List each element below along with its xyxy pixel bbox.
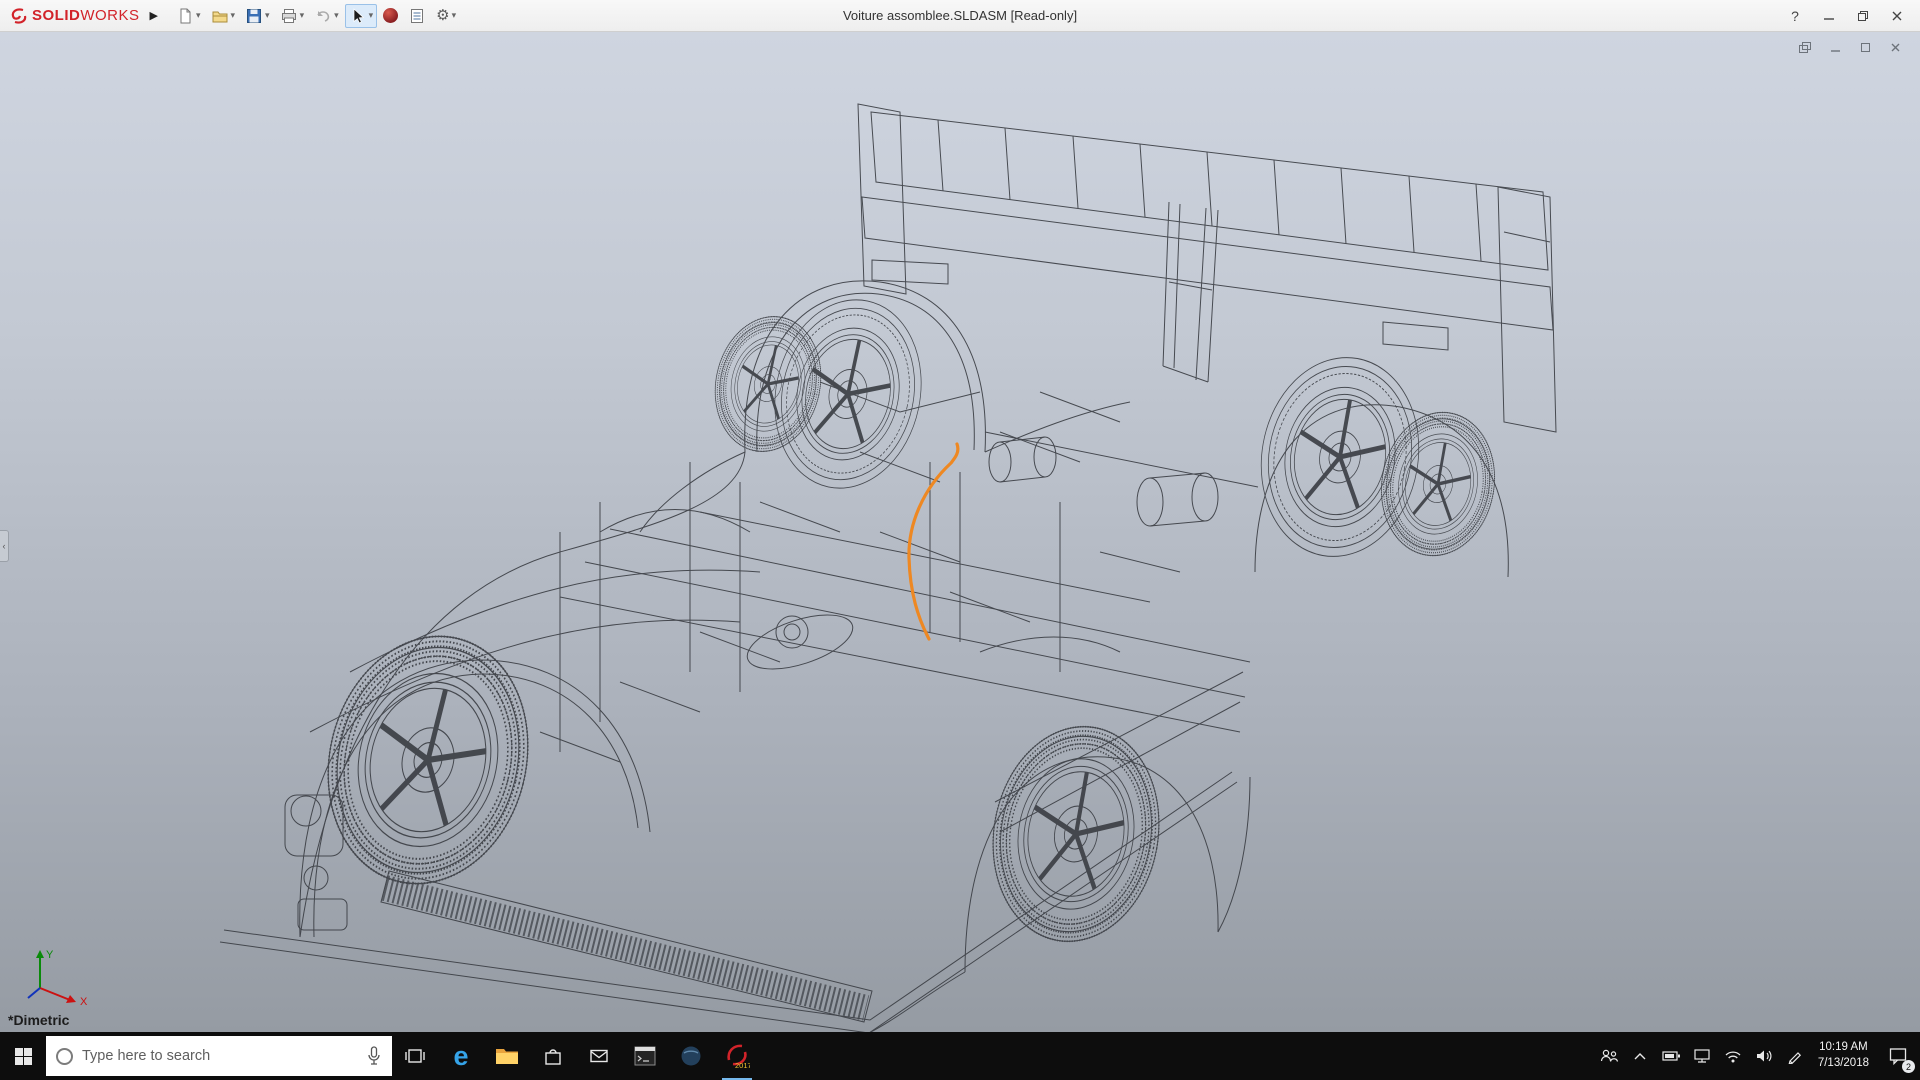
clock-date: 7/13/2018 (1818, 1056, 1869, 1072)
titlebar: SOLIDWORKS ▶ ▾ ▾ (0, 0, 1920, 32)
select-tool-button[interactable]: ▾ (345, 4, 378, 28)
view-orientation-label: *Dimetric (8, 1012, 69, 1028)
sphere-app-button[interactable] (668, 1032, 714, 1080)
store-button[interactable] (530, 1032, 576, 1080)
rebuild-icon (383, 8, 398, 23)
standard-toolbar: ▾ ▾ ▾ (166, 4, 460, 28)
open-button[interactable]: ▾ (207, 4, 240, 28)
solidworks-icon: 2017 (724, 1043, 750, 1069)
print-button[interactable]: ▾ (276, 4, 309, 28)
doc-restore-button[interactable] (1854, 38, 1876, 56)
dropdown-icon: ▾ (196, 10, 201, 21)
close-button[interactable] (1882, 4, 1912, 28)
restore-icon (1857, 10, 1869, 22)
dropdown-icon: ▾ (452, 10, 457, 21)
battery-button[interactable] (1656, 1032, 1687, 1080)
sphere-icon (679, 1044, 703, 1068)
close-icon (1889, 41, 1902, 54)
close-icon (1891, 10, 1903, 22)
doc-close-button[interactable] (1884, 38, 1906, 56)
dropdown-icon: ▾ (334, 10, 339, 21)
options-button[interactable]: ⚙ ▾ (432, 4, 460, 28)
solidworks-year: 2017 (735, 1061, 750, 1069)
restore-icon (1859, 41, 1872, 54)
task-view-icon (404, 1045, 426, 1067)
people-icon (1599, 1047, 1619, 1065)
solidworks-logo: SOLIDWORKS (0, 7, 148, 25)
maximize-button[interactable] (1848, 4, 1878, 28)
start-button[interactable] (0, 1032, 46, 1080)
search-input[interactable] (82, 1048, 357, 1064)
wireframe-model (0, 32, 1920, 1032)
pen-button[interactable] (1780, 1032, 1811, 1080)
edge-icon: e (453, 1043, 468, 1070)
speaker-icon (1755, 1048, 1773, 1064)
system-tray: 10:19 AM 7/13/2018 2 (1594, 1032, 1920, 1080)
file-properties-button[interactable] (404, 4, 430, 28)
store-bag-icon (542, 1045, 564, 1067)
microphone-icon[interactable] (366, 1046, 382, 1066)
dropdown-icon: ▾ (231, 10, 236, 21)
ethernet-icon (1693, 1048, 1711, 1064)
file-explorer-button[interactable] (484, 1032, 530, 1080)
windows-logo-icon (15, 1048, 32, 1065)
taskbar-search[interactable] (46, 1036, 392, 1076)
mail-button[interactable] (576, 1032, 622, 1080)
action-center-button[interactable]: 2 (1876, 1032, 1920, 1080)
dropdown-icon: ▾ (265, 10, 270, 21)
edge-button[interactable]: e (438, 1032, 484, 1080)
printer-icon (280, 7, 298, 25)
select-cursor-icon (349, 7, 367, 25)
wifi-button[interactable] (1718, 1032, 1749, 1080)
brand-text: SOLIDWORKS (32, 7, 140, 24)
gear-icon: ⚙ (436, 8, 449, 23)
help-button[interactable]: ? (1780, 4, 1810, 28)
rebuild-button[interactable] (379, 4, 402, 28)
flyout-arrow-icon[interactable]: ▶ (148, 9, 166, 22)
triad-y-label: Y (46, 949, 54, 961)
desktop: SOLIDWORKS ▶ ▾ ▾ (0, 0, 1920, 1080)
reference-triad: Y X (18, 948, 98, 1006)
save-floppy-icon (245, 7, 263, 25)
volume-button[interactable] (1749, 1032, 1780, 1080)
folder-icon (495, 1046, 519, 1066)
chevron-up-icon (1633, 1051, 1647, 1061)
window-controls: ? (1780, 4, 1920, 28)
console-app-button[interactable] (622, 1032, 668, 1080)
windows-taskbar: e (0, 1032, 1920, 1080)
triad-x-label: X (80, 996, 88, 1006)
tray-expand-button[interactable] (1625, 1032, 1656, 1080)
network-button[interactable] (1687, 1032, 1718, 1080)
pen-icon (1787, 1048, 1803, 1064)
notification-badge: 2 (1902, 1060, 1915, 1073)
cortana-icon (56, 1048, 73, 1065)
save-button[interactable]: ▾ (241, 4, 274, 28)
battery-icon (1662, 1050, 1681, 1062)
minimize-icon (1823, 10, 1835, 22)
mail-envelope-icon (588, 1045, 610, 1067)
people-button[interactable] (1594, 1032, 1625, 1080)
doc-cascade-button[interactable] (1794, 38, 1816, 56)
terminal-icon (633, 1045, 657, 1067)
dropdown-icon: ▾ (300, 10, 305, 21)
clock-time: 10:19 AM (1818, 1040, 1869, 1056)
task-view-button[interactable] (392, 1032, 438, 1080)
minimize-icon (1829, 41, 1842, 54)
ds-logo-icon (10, 7, 28, 25)
minimize-button[interactable] (1814, 4, 1844, 28)
graphics-area[interactable]: ‹ (0, 32, 1920, 1032)
cascade-icon (1798, 41, 1812, 54)
open-folder-icon (211, 7, 229, 25)
solidworks-taskbar-button[interactable]: 2017 (714, 1032, 760, 1080)
new-document-icon (176, 7, 194, 25)
undo-button[interactable]: ▾ (310, 4, 343, 28)
file-properties-icon (408, 7, 426, 25)
clock[interactable]: 10:19 AM 7/13/2018 (1811, 1032, 1876, 1080)
document-window-controls (1794, 38, 1906, 56)
wifi-icon (1724, 1049, 1742, 1064)
new-document-button[interactable]: ▾ (172, 4, 205, 28)
undo-arrow-icon (314, 7, 332, 25)
dropdown-icon: ▾ (369, 10, 374, 21)
doc-minimize-button[interactable] (1824, 38, 1846, 56)
